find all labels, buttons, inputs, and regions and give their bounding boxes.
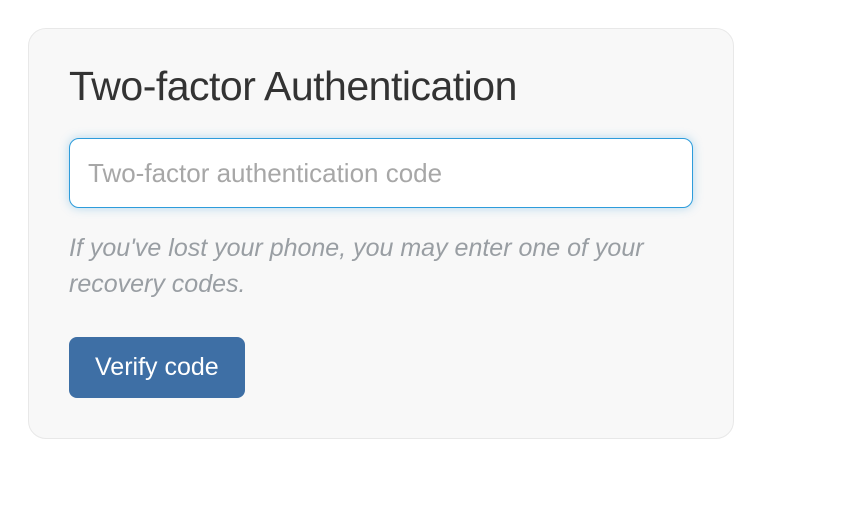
otp-code-input[interactable] (69, 138, 693, 208)
panel-title: Two-factor Authentication (69, 63, 693, 110)
recovery-hint: If you've lost your phone, you may enter… (69, 230, 693, 303)
verify-code-button[interactable]: Verify code (69, 337, 245, 398)
two-factor-panel: Two-factor Authentication If you've lost… (28, 28, 734, 439)
